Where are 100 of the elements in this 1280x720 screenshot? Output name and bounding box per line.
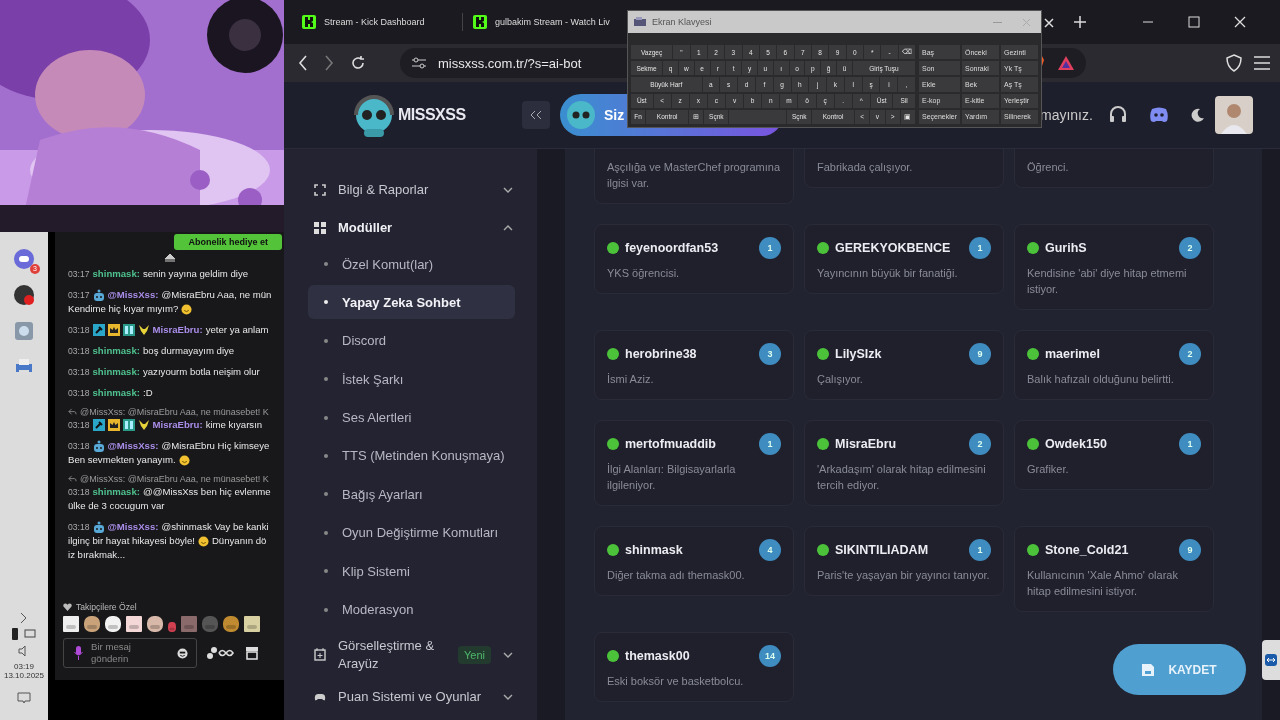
emotes-label: Takipçilere Özel bbox=[76, 602, 137, 612]
grid-icon bbox=[314, 222, 326, 234]
emote-icon bbox=[168, 622, 176, 632]
message-text: ilginç bir hayat hikayesi böyle! bbox=[68, 534, 195, 548]
collapse-button[interactable] bbox=[522, 101, 550, 129]
sidebar-subitem[interactable]: İstek Şarkı bbox=[308, 362, 515, 397]
count-badge: 3 bbox=[759, 343, 781, 365]
message-time: 03:18 bbox=[68, 440, 90, 453]
browser-tab[interactable]: Stream - Kick Dashboard bbox=[296, 7, 458, 37]
sidebar-item[interactable]: Görselleştirme & Arayüz Yeni bbox=[314, 630, 513, 679]
triangle-icon[interactable] bbox=[1058, 56, 1074, 70]
avatar[interactable] bbox=[1214, 96, 1253, 134]
back-icon[interactable] bbox=[298, 55, 308, 71]
user-note: Kullanıcının 'Xale Ahmo' olarak hitap edilmesini istiyor. bbox=[1027, 568, 1179, 599]
forward-icon[interactable] bbox=[324, 55, 334, 71]
username: herobrine38 bbox=[625, 347, 698, 361]
message-time: 03:18 bbox=[68, 419, 90, 432]
logo-text: MISSXSS bbox=[398, 106, 466, 124]
close-window-button[interactable] bbox=[1234, 16, 1246, 28]
chevron-down-icon[interactable] bbox=[503, 651, 513, 658]
side-tab[interactable] bbox=[1262, 640, 1280, 680]
headset-icon[interactable] bbox=[1108, 106, 1127, 124]
chevron-up-icon[interactable] bbox=[503, 225, 513, 231]
message-text: yazıyourm botla neişim olur bbox=[143, 365, 260, 379]
new-tag: Yeni bbox=[458, 645, 491, 664]
gift-button[interactable]: Abonelik hediye et bbox=[174, 234, 282, 250]
username: @MissXss: bbox=[107, 439, 159, 453]
user-note: Kendisine 'abi' diye hitap etmemi istiyor. bbox=[1027, 266, 1188, 297]
clock-date[interactable]: 13.10.2025 bbox=[3, 671, 44, 680]
username: shinmask: bbox=[92, 485, 140, 499]
username: feyenoordfan53 bbox=[625, 241, 720, 255]
record-app-icon[interactable] bbox=[13, 284, 35, 306]
sidebar-subitem[interactable]: Discord bbox=[308, 323, 515, 358]
message-text: @@MissXss ben hiç evlenme bbox=[143, 485, 271, 499]
points-icon[interactable] bbox=[207, 646, 235, 660]
emote-icon bbox=[84, 616, 100, 632]
count-badge: 9 bbox=[1179, 539, 1201, 561]
message-time: 03:18 bbox=[68, 345, 90, 358]
sidebar-subitem[interactable]: TTS (Metinden Konuşmaya) bbox=[308, 438, 515, 473]
sidebar-item[interactable]: Bilgi & Raporlar bbox=[314, 171, 513, 209]
sidebar-subitem[interactable]: Bağış Ayarları bbox=[308, 477, 515, 512]
user-note: Balık hafızalı olduğunu belirtti. bbox=[1027, 372, 1175, 387]
message-text: @shinmask Vay be kanki bbox=[161, 520, 269, 534]
count-badge: 1 bbox=[1179, 433, 1201, 455]
sidebar-subitem[interactable]: Ses Alertleri bbox=[308, 400, 515, 435]
username: Stone_Cold21 bbox=[1045, 543, 1130, 557]
reply-text: @MissXss: @MisraEbru Aaa, ne münasebet! K bbox=[80, 407, 269, 417]
reload-icon[interactable] bbox=[350, 55, 366, 71]
username: MisraEbru: bbox=[152, 418, 203, 432]
moon-icon[interactable] bbox=[1190, 108, 1205, 122]
username: Owdek150 bbox=[1045, 437, 1108, 451]
reply-text: @MissXss: @MisraEbru Aaa, ne münasebet! K bbox=[80, 474, 269, 484]
sidebar-subitem[interactable]: Özel Komut(lar) bbox=[308, 247, 515, 281]
message-text: senin yayına geldim diye bbox=[143, 267, 249, 281]
calendar-plus-icon bbox=[314, 648, 326, 662]
shield-icon[interactable] bbox=[1226, 54, 1242, 72]
message-time: 03:18 bbox=[68, 486, 90, 499]
emote-icon bbox=[244, 616, 260, 632]
sidebar-subitem[interactable]: Klip Sistemi bbox=[308, 554, 515, 589]
browser-tab[interactable]: gulbakim Stream - Watch Liv bbox=[467, 7, 629, 37]
username: GurihS bbox=[1045, 241, 1088, 255]
cast-icon[interactable] bbox=[24, 629, 36, 639]
sidebar-item[interactable]: Modüller bbox=[314, 209, 513, 247]
message-field[interactable]: Bir mesaj gönderin bbox=[63, 638, 197, 668]
clock-time[interactable]: 03:19 bbox=[14, 662, 34, 671]
count-badge: 14 bbox=[759, 645, 781, 667]
chevron-down-icon[interactable] bbox=[503, 693, 513, 700]
notification-icon[interactable] bbox=[17, 692, 31, 704]
maximize-button[interactable] bbox=[1188, 16, 1200, 28]
count-badge: 2 bbox=[1179, 343, 1201, 365]
user-note: YKS öğrencisi. bbox=[607, 266, 681, 281]
close-icon bbox=[1044, 17, 1054, 28]
sidebar-subitem[interactable]: Yapay Zeka Sohbet bbox=[308, 285, 515, 320]
eject-icon[interactable] bbox=[163, 253, 176, 263]
smiley-icon bbox=[181, 303, 193, 315]
user-note: Öğrenci. bbox=[1027, 160, 1070, 175]
heart-icon bbox=[63, 603, 72, 611]
emoji-icon[interactable] bbox=[177, 647, 188, 659]
user-note: Diğer takma adı themask00. bbox=[607, 568, 746, 583]
double-chevron-icon bbox=[530, 110, 542, 120]
store-icon[interactable] bbox=[245, 646, 259, 660]
menu-icon[interactable] bbox=[1254, 56, 1270, 70]
sidebar-subitem[interactable]: Oyun Değiştirme Komutları bbox=[308, 515, 515, 550]
sidebar-item[interactable]: Puan Sistemi ve Oyunlar bbox=[314, 684, 513, 709]
count-badge: 2 bbox=[969, 433, 991, 455]
count-badge: 1 bbox=[969, 237, 991, 259]
message-time: 03:18 bbox=[68, 324, 90, 337]
chat-app-icon[interactable] bbox=[13, 248, 35, 270]
message-text: Dünyanın dö bbox=[211, 534, 267, 548]
username: shinmask: bbox=[92, 386, 140, 400]
discord-icon[interactable] bbox=[1148, 107, 1169, 123]
sidebar-subitem[interactable]: Moderasyon bbox=[308, 592, 515, 627]
chevron-down-icon[interactable] bbox=[503, 187, 513, 193]
emote-icon bbox=[202, 616, 218, 632]
user-note: Grafiker. bbox=[1027, 462, 1070, 477]
chevron-right-icon[interactable] bbox=[20, 612, 28, 624]
count-badge: 9 bbox=[969, 343, 991, 365]
message-text: :D bbox=[143, 386, 153, 400]
user-note: Aşçılığa ve MasterChef programına ilgisi var. bbox=[607, 160, 781, 191]
message-text: Kendime hiç kıyar mıyım? bbox=[68, 302, 179, 316]
